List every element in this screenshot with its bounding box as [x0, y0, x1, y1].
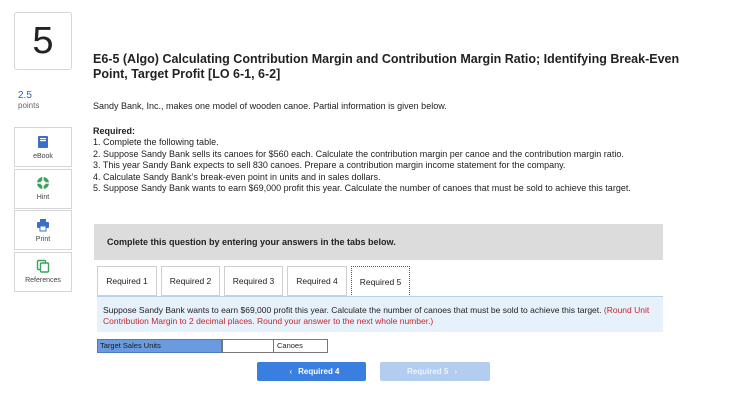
lifebuoy-icon	[37, 177, 49, 189]
chevron-left-icon: ‹	[289, 367, 293, 376]
printer-icon	[37, 218, 49, 231]
ebook-label: eBook	[33, 152, 53, 160]
unit-label: Canoes	[274, 339, 328, 353]
required-item: 4. Calculate Sandy Bank’s break-even poi…	[93, 171, 381, 182]
required-tabs: Required 1 Required 2 Required 3 Require…	[97, 266, 414, 297]
hint-button[interactable]: Hint	[14, 168, 72, 209]
hint-label: Hint	[36, 194, 50, 201]
points-value: 2.5	[18, 90, 32, 101]
copy-icon	[36, 259, 50, 273]
question-title: E6-5 (Algo) Calculating Contribution Mar…	[93, 52, 680, 81]
print-label: Print	[35, 235, 51, 243]
next-button-label: Required 5	[406, 367, 449, 376]
points-label: points	[18, 101, 40, 110]
target-sales-units-input[interactable]	[222, 339, 274, 353]
tab-required-4[interactable]: Required 4	[287, 266, 347, 296]
required-heading: Required:	[93, 126, 136, 136]
instruction-panel: Suppose Sandy Bank wants to earn $69,000…	[97, 296, 663, 332]
required-item: 5. Suppose Sandy Bank wants to earn $69,…	[93, 183, 631, 194]
print-button[interactable]: Print	[14, 210, 72, 250]
instruction-text: Suppose Sandy Bank wants to earn $69,000…	[103, 305, 602, 315]
question-intro: Sandy Bank, Inc., makes one model of woo…	[93, 101, 447, 111]
ebook-button[interactable]: eBook	[14, 127, 72, 167]
tab-required-1[interactable]: Required 1	[97, 266, 157, 296]
required-item: 2. Suppose Sandy Bank sells its canoes f…	[93, 148, 624, 159]
prev-button-label: Required 4	[298, 367, 340, 376]
book-icon	[38, 135, 48, 148]
complete-banner: Complete this question by entering your …	[94, 224, 663, 260]
target-sales-units-label: Target Sales Units	[97, 339, 222, 353]
tab-required-5[interactable]: Required 5	[351, 266, 410, 297]
tab-required-2[interactable]: Required 2	[161, 266, 220, 296]
next-required-button[interactable]: Required 5 ›	[380, 362, 490, 381]
required-item: 3. This year Sandy Bank expects to sell …	[93, 160, 566, 171]
question-number: 5	[14, 12, 72, 70]
references-button[interactable]: References	[14, 251, 72, 292]
prev-required-button[interactable]: ‹ Required 4	[257, 362, 366, 381]
chevron-right-icon: ›	[454, 367, 457, 376]
side-tools: eBook Hint Print References	[14, 127, 72, 293]
answer-row: Target Sales Units Canoes	[97, 339, 328, 353]
tab-required-3[interactable]: Required 3	[224, 266, 283, 296]
required-item: 1. Complete the following table.	[93, 137, 219, 148]
references-label: References	[25, 277, 61, 284]
required-list: Required: 1. Complete the following tabl…	[93, 126, 723, 194]
